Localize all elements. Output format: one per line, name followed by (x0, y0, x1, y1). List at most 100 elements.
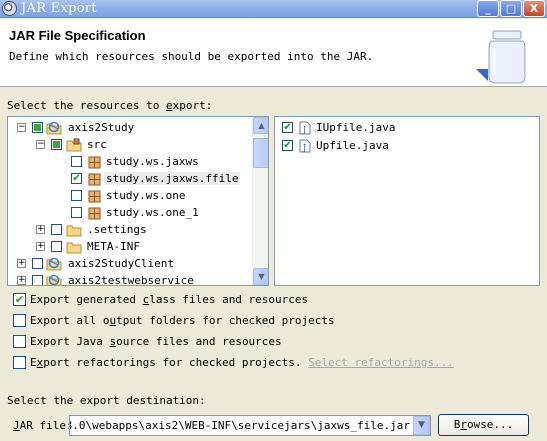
option-label-pre: E (30, 356, 37, 369)
tree-item[interactable]: study.ws.one_1 (8, 204, 252, 221)
jar-wizard-icon (476, 30, 526, 84)
tree-item-checkbox[interactable] (71, 156, 82, 167)
option-label: Export all output folders for checked pr… (30, 314, 335, 327)
jar-file-label: JAR file: (13, 419, 73, 432)
expand-icon[interactable]: + (36, 242, 45, 251)
destination-label: Select the export destination: (7, 394, 206, 407)
tree-item-checkbox[interactable] (51, 224, 62, 235)
option-label: Export Java source files and resources (30, 335, 282, 348)
folder-icon (66, 240, 82, 254)
jar-file-combo[interactable]: cat 8.0\webapps\axis2\WEB-INF\servicejar… (69, 415, 431, 436)
file-list[interactable]: ✔ J IUpfile.java ✔ J Upfile.java (274, 116, 540, 286)
project-icon (46, 274, 62, 285)
tree-item-checkbox[interactable] (51, 241, 62, 252)
tree-item[interactable]: + axis2StudyClient (8, 255, 252, 272)
scroll-down-button[interactable]: ▼ (253, 268, 268, 285)
browse-button[interactable]: Browse... (438, 414, 529, 436)
option-label-post: ource files and resources (116, 335, 282, 348)
file-item[interactable]: ✔ J Upfile.java (275, 137, 519, 154)
window-title: JAR Export (21, 1, 97, 16)
option-checkbox[interactable] (13, 335, 26, 348)
source-folder-icon (66, 138, 82, 152)
file-item[interactable]: ✔ J IUpfile.java (275, 119, 519, 136)
package-icon (87, 155, 103, 169)
tree-item-label: study.ws.jaxws (106, 155, 199, 168)
tree-item[interactable]: + axis2testwebservice (8, 272, 252, 286)
tree-item-label: study.ws.one (106, 189, 186, 202)
tree-item[interactable]: − src (8, 136, 252, 153)
resources-label: Select the resources to export: (7, 99, 212, 112)
jar-file-label-mnemonic: J (13, 419, 20, 432)
tree-item-label: src (87, 138, 107, 151)
page-description: Define which resources should be exporte… (9, 50, 374, 63)
option-label-post: lass files and resources (149, 293, 309, 306)
project-icon (46, 257, 62, 271)
resources-label-mnemonic: e (165, 99, 173, 112)
tree-item-checkbox[interactable] (51, 139, 62, 150)
project-icon (46, 121, 62, 135)
svg-text:J: J (302, 143, 306, 152)
resource-tree[interactable]: − axis2Study − src study.ws.jaxws ✔ study.ws.j… (7, 116, 269, 286)
tree-item[interactable]: ✔ study.ws.jaxws.ffile (8, 170, 252, 187)
tree-item[interactable]: + META-INF (8, 238, 252, 255)
option-checkbox[interactable]: ✔ (13, 293, 26, 306)
option-label-pre: Export Java (30, 335, 110, 348)
tree-item[interactable]: study.ws.one (8, 187, 252, 204)
file-item-label: IUpfile.java (316, 121, 396, 134)
close-button[interactable]: X (523, 0, 545, 17)
expand-icon[interactable]: + (36, 225, 45, 234)
collapse-icon[interactable]: − (36, 140, 45, 149)
tree-item-label: .settings (87, 223, 147, 236)
tree-item-label: axis2Study (68, 121, 135, 134)
folder-icon (66, 223, 82, 237)
page-title: JAR File Specification (9, 28, 146, 43)
window-title-bar[interactable]: JAR Export _ □ X (0, 0, 547, 18)
tree-item-label: study.ws.one_1 (106, 206, 199, 219)
collapse-icon[interactable]: − (17, 123, 26, 132)
tree-item[interactable]: study.ws.jaxws (8, 153, 252, 170)
file-item-checkbox[interactable]: ✔ (282, 140, 293, 151)
jar-file-value[interactable]: cat 8.0\webapps\axis2\WEB-INF\servicejar… (70, 419, 410, 432)
java-file-icon: J (297, 121, 313, 135)
tree-item-label: META-INF (87, 240, 140, 253)
package-icon (87, 206, 103, 220)
tree-item-checkbox[interactable] (71, 207, 82, 218)
tree-item[interactable]: + .settings (8, 221, 252, 238)
tree-item-label: axis2StudyClient (68, 257, 174, 270)
minimize-button[interactable]: _ (477, 0, 499, 17)
package-icon (87, 189, 103, 203)
tree-item[interactable]: − axis2Study (8, 119, 252, 136)
tree-item-checkbox[interactable]: ✔ (71, 173, 82, 184)
tree-item-checkbox[interactable] (32, 275, 43, 285)
file-item-label: Upfile.java (316, 139, 389, 152)
option-checkbox[interactable] (13, 314, 26, 327)
option-label: Export generated class files and resourc… (30, 293, 308, 306)
package-icon (87, 172, 103, 186)
tree-item-label: axis2testwebservice (68, 274, 194, 286)
maximize-button[interactable]: □ (500, 0, 522, 17)
browse-label-post: owse... (466, 418, 514, 431)
select-refactorings-link[interactable]: Select refactorings... (308, 356, 454, 369)
tree-item-checkbox[interactable] (32, 122, 43, 133)
tree-item-checkbox[interactable] (71, 190, 82, 201)
option-checkbox[interactable] (13, 356, 26, 369)
tree-item-checkbox[interactable] (32, 258, 43, 269)
wizard-header: JAR File Specification Define which reso… (0, 19, 547, 87)
scroll-thumb[interactable] (253, 138, 268, 168)
svg-text:J: J (302, 125, 306, 134)
tree-item-label: study.ws.jaxws.ffile (104, 172, 241, 185)
resources-label-after: xport: (172, 99, 213, 112)
chevron-down-icon[interactable]: ▼ (413, 416, 430, 435)
option-label-post: tput folders for checked projects (116, 314, 335, 327)
jar-file-label-rest: AR file: (19, 419, 73, 432)
tree-scrollbar[interactable]: ▲ ▼ (252, 117, 268, 285)
option-label: Export refactorings for checked projects… (30, 356, 454, 369)
java-file-icon: J (297, 139, 313, 153)
option-label-pre: Export generated (30, 293, 143, 306)
expand-icon[interactable]: + (17, 259, 26, 268)
file-item-checkbox[interactable]: ✔ (282, 122, 293, 133)
option-label-pre: Export all o (30, 314, 110, 327)
option-label-post: port refactorings for checked projects. (43, 356, 302, 369)
scroll-up-button[interactable]: ▲ (253, 117, 268, 134)
expand-icon[interactable]: + (17, 276, 26, 285)
